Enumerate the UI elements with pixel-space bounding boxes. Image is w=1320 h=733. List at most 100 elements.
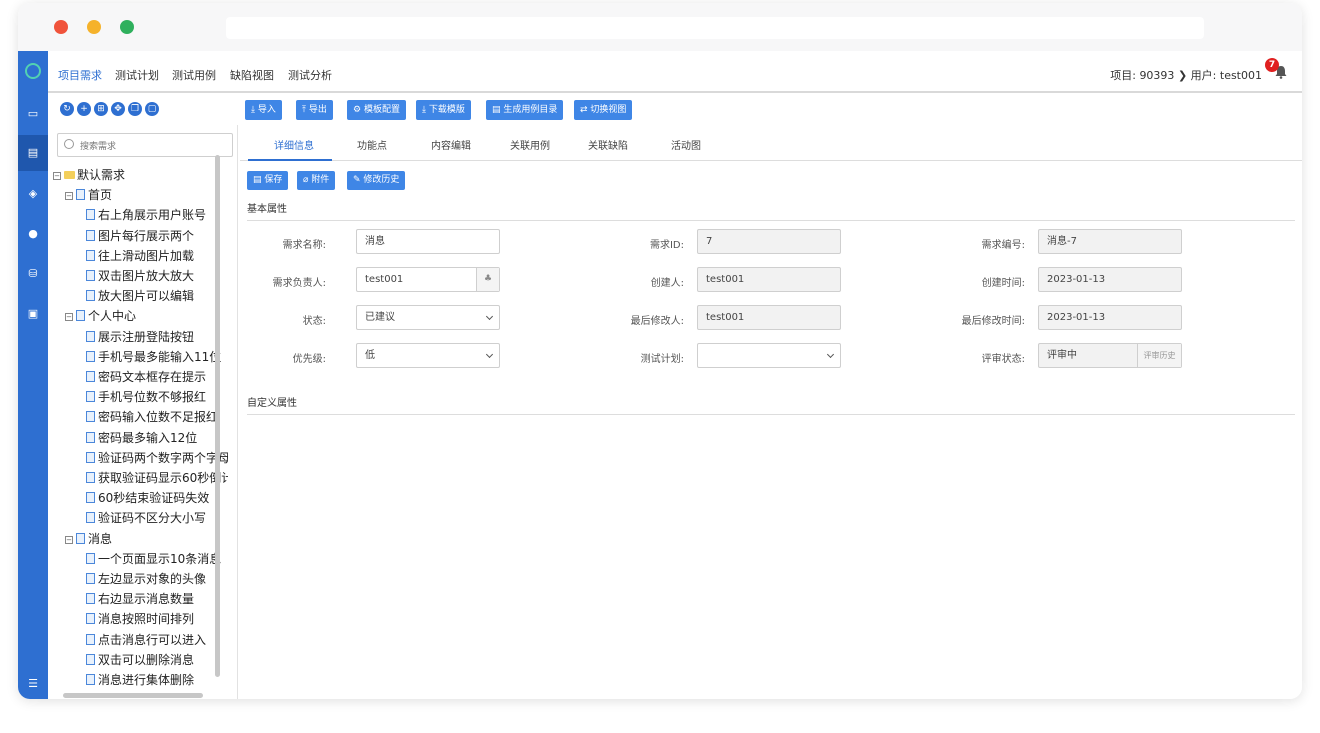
generate-case-directory-button[interactable]: ▤ 生成用例目录 bbox=[486, 100, 564, 120]
nav-requirements[interactable]: 项目需求 bbox=[58, 67, 102, 83]
nav-test-analysis[interactable]: 测试分析 bbox=[288, 67, 332, 83]
add-child-icon[interactable]: ⊞ bbox=[94, 102, 108, 116]
nav-test-plan[interactable]: 测试计划 bbox=[115, 67, 159, 83]
delete-icon[interactable]: ▢ bbox=[145, 102, 159, 116]
collapse-toggle-icon[interactable]: − bbox=[65, 192, 73, 201]
creator-field: test001 bbox=[697, 267, 841, 292]
requirement-owner-label: 需求负责人: bbox=[272, 278, 326, 289]
tab-function-points[interactable]: 功能点 bbox=[357, 137, 387, 152]
tree-item-node[interactable]: 密码文本框存在提示 bbox=[86, 367, 206, 387]
tree-item-node[interactable]: 双击图片放大放大 bbox=[86, 266, 194, 286]
minimize-window-button[interactable] bbox=[87, 20, 101, 34]
tree-item-node[interactable]: 手机号最多能输入11位 bbox=[86, 347, 221, 367]
tree-item-node[interactable]: 密码输入位数不足报红 bbox=[86, 407, 218, 427]
layers-icon[interactable]: ◈ bbox=[25, 187, 41, 201]
import-button[interactable]: ⤓ 导入 bbox=[245, 100, 282, 120]
requirement-name-field[interactable]: 消息 bbox=[356, 229, 500, 254]
settings-icon: ⚙ bbox=[353, 105, 364, 115]
user-picker-icon[interactable]: ♣ bbox=[476, 268, 499, 291]
clock-icon[interactable]: ● bbox=[25, 227, 41, 241]
nav-test-cases[interactable]: 测试用例 bbox=[172, 67, 216, 83]
tree-item-node[interactable]: 验证码两个数字两个字母 bbox=[86, 448, 228, 468]
tree-node-label: 右上角展示用户账号 bbox=[98, 208, 207, 223]
document-icon bbox=[86, 290, 95, 302]
document-icon bbox=[76, 532, 85, 544]
tree-item-node[interactable]: 左边显示对象的头像 bbox=[86, 569, 206, 589]
export-button[interactable]: ⤒ 导出 bbox=[296, 100, 333, 120]
status-select[interactable]: 已建议 bbox=[356, 305, 500, 330]
collapse-menu-icon[interactable]: ☰ bbox=[25, 677, 41, 691]
address-bar[interactable] bbox=[226, 17, 1204, 39]
tree-root-node[interactable]: − 默认需求 bbox=[53, 165, 125, 185]
document-icon bbox=[86, 512, 95, 524]
tree-item-node[interactable]: 密码最多输入12位 bbox=[86, 428, 197, 448]
report-icon[interactable]: ▣ bbox=[25, 307, 41, 321]
edit-history-label: 修改历史 bbox=[363, 175, 400, 185]
document-icon bbox=[86, 552, 95, 564]
tree-group-node[interactable]: − 个人中心 bbox=[65, 306, 136, 326]
add-icon[interactable]: + bbox=[77, 102, 91, 116]
collapse-toggle-icon[interactable]: − bbox=[65, 313, 73, 322]
tree-item-node[interactable]: 消息进行集体删除 bbox=[86, 670, 194, 690]
edit-history-button[interactable]: ✎ 修改历史 bbox=[347, 171, 406, 190]
last-modifier-field: test001 bbox=[697, 305, 841, 330]
database-icon[interactable]: ⛁ bbox=[25, 267, 41, 281]
tree-item-node[interactable]: 60秒结束验证码失效 bbox=[86, 488, 209, 508]
test-plan-select[interactable] bbox=[697, 343, 841, 368]
priority-select[interactable]: 低 bbox=[356, 343, 500, 368]
tab-linked-cases[interactable]: 关联用例 bbox=[510, 137, 550, 152]
tree-vertical-scrollbar[interactable] bbox=[215, 155, 220, 677]
tree-node-label: 获取验证码显示60秒倒计时 bbox=[98, 471, 228, 485]
tree-item-node[interactable]: 放大图片可以编辑 bbox=[86, 286, 194, 306]
document-icon[interactable]: ▤ bbox=[18, 135, 48, 171]
template-config-button[interactable]: ⚙ 模板配置 bbox=[347, 100, 406, 120]
monitor-icon[interactable]: ▭ bbox=[25, 107, 41, 121]
tree-group-node[interactable]: − 消息 bbox=[65, 529, 112, 549]
app-window: ▭ ▤ ◈ ● ⛁ ▣ ☰ 项目需求 测试计划 测试用例 缺陷视图 测试分析 项… bbox=[18, 3, 1302, 699]
tree-item-node[interactable]: 验证码不区分大小写 bbox=[86, 508, 206, 528]
tree-item-node[interactable]: 消息按照时间排列 bbox=[86, 609, 194, 629]
tree-node-label: 个人中心 bbox=[88, 309, 137, 324]
last-modified-time-field: 2023-01-13 bbox=[1038, 305, 1182, 330]
review-status-field: 评审中 评审历史 bbox=[1038, 343, 1182, 368]
file-icon: ▤ bbox=[492, 105, 504, 115]
tree-group-node[interactable]: − 首页 bbox=[65, 185, 112, 205]
requirement-owner-field[interactable]: test001 ♣ bbox=[356, 267, 500, 292]
document-icon bbox=[86, 330, 95, 342]
switch-view-button[interactable]: ⇄ 切换视图 bbox=[574, 100, 633, 120]
tree-item-node[interactable]: 往上滑动图片加载 bbox=[86, 246, 194, 266]
tree-item-node[interactable]: 手机号位数不够报红 bbox=[86, 387, 206, 407]
requirement-code-field: 消息-7 bbox=[1038, 229, 1182, 254]
tree-item-node[interactable]: 点击消息行可以进入 bbox=[86, 630, 206, 650]
save-button[interactable]: ▤ 保存 bbox=[247, 171, 289, 190]
attachment-button[interactable]: ⌀ 附件 bbox=[297, 171, 336, 190]
copy-icon[interactable]: ❐ bbox=[128, 102, 142, 116]
tree-item-node[interactable]: 展示注册登陆按钮 bbox=[86, 327, 194, 347]
tree-horizontal-scrollbar[interactable] bbox=[63, 693, 203, 698]
tab-details[interactable]: 详细信息 bbox=[274, 137, 314, 152]
tree-node-label: 展示注册登陆按钮 bbox=[98, 329, 195, 344]
search-input[interactable]: 搜索需求 bbox=[57, 133, 233, 157]
tree-item-node[interactable]: 获取验证码显示60秒倒计时 bbox=[86, 468, 228, 488]
requirement-tree-panel: 搜索需求 − 默认需求 − 首页右上角展示用户账号图片每行展示两个往上滑动图片加载双击… bbox=[48, 125, 238, 699]
maximize-window-button[interactable] bbox=[120, 20, 134, 34]
tab-linked-defects[interactable]: 关联缺陷 bbox=[588, 137, 628, 152]
collapse-toggle-icon[interactable]: − bbox=[53, 172, 61, 180]
tree-node-label: 默认需求 bbox=[77, 168, 126, 182]
move-icon[interactable]: ✥ bbox=[111, 102, 125, 116]
tree-node-label: 往上滑动图片加载 bbox=[98, 248, 195, 263]
nav-defect-view[interactable]: 缺陷视图 bbox=[230, 67, 274, 83]
tree-item-node[interactable]: 图片每行展示两个 bbox=[86, 226, 194, 246]
close-window-button[interactable] bbox=[54, 20, 68, 34]
tree-item-node[interactable]: 双击可以删除消息 bbox=[86, 650, 194, 670]
download-template-button[interactable]: ⤓ 下载模版 bbox=[416, 100, 471, 120]
review-history-button[interactable]: 评审历史 bbox=[1137, 344, 1181, 367]
last-modifier-label: 最后修改人: bbox=[630, 316, 684, 327]
tree-item-node[interactable]: 右边显示消息数量 bbox=[86, 589, 194, 609]
tab-content-edit[interactable]: 内容编辑 bbox=[431, 137, 471, 152]
collapse-toggle-icon[interactable]: − bbox=[65, 535, 73, 544]
tree-item-node[interactable]: 右上角展示用户账号 bbox=[86, 205, 206, 225]
tab-activity-diagram[interactable]: 活动图 bbox=[671, 137, 701, 152]
tree-item-node[interactable]: 一个页面显示10条消息 bbox=[86, 549, 221, 569]
refresh-icon[interactable]: ↻ bbox=[60, 102, 74, 116]
